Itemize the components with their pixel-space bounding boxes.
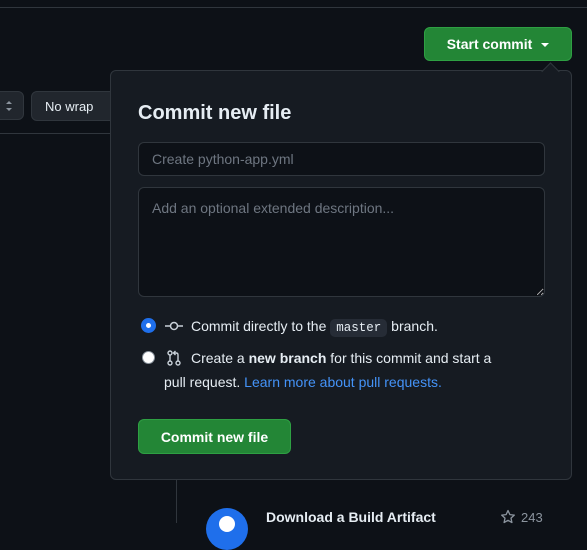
commit-direct-prefix: Commit directly to the: [191, 318, 327, 334]
commit-description-input[interactable]: [138, 187, 545, 297]
commit-summary-input[interactable]: [138, 142, 545, 176]
commit-direct-label[interactable]: Commit directly to the master branch.: [191, 314, 438, 340]
start-commit-label: Start commit: [446, 36, 533, 52]
popover-title: Commit new file: [138, 102, 292, 124]
commit-direct-suffix: branch.: [391, 318, 438, 334]
new-branch-line2: pull request.: [164, 374, 241, 390]
new-branch-radio[interactable]: [142, 351, 155, 364]
start-commit-button[interactable]: Start commit: [424, 27, 572, 61]
branch-name: master: [330, 319, 388, 337]
wrap-mode-select[interactable]: No wrap: [31, 91, 121, 121]
git-pull-request-icon: [167, 350, 181, 366]
header-divider: [0, 7, 587, 8]
git-commit-icon: [165, 321, 183, 331]
new-branch-prefix: Create a: [191, 350, 245, 366]
commit-direct-radio[interactable]: [142, 319, 155, 332]
action-avatar: [206, 508, 248, 550]
unfold-icon: [6, 101, 12, 111]
new-branch-middle: for this commit and start a: [330, 350, 492, 366]
new-branch-label[interactable]: Create a new branch for this commit and …: [191, 346, 491, 370]
commit-new-file-button[interactable]: Commit new file: [138, 419, 291, 454]
chevron-down-icon: [541, 43, 550, 47]
indent-mode-select[interactable]: [0, 91, 24, 120]
commit-popover: Commit new file Commit directly to the m…: [110, 70, 572, 480]
new-branch-bold: new branch: [248, 350, 327, 366]
new-branch-label-line2: pull request. Learn more about pull requ…: [164, 370, 442, 394]
learn-more-link[interactable]: Learn more about pull requests.: [244, 374, 442, 390]
